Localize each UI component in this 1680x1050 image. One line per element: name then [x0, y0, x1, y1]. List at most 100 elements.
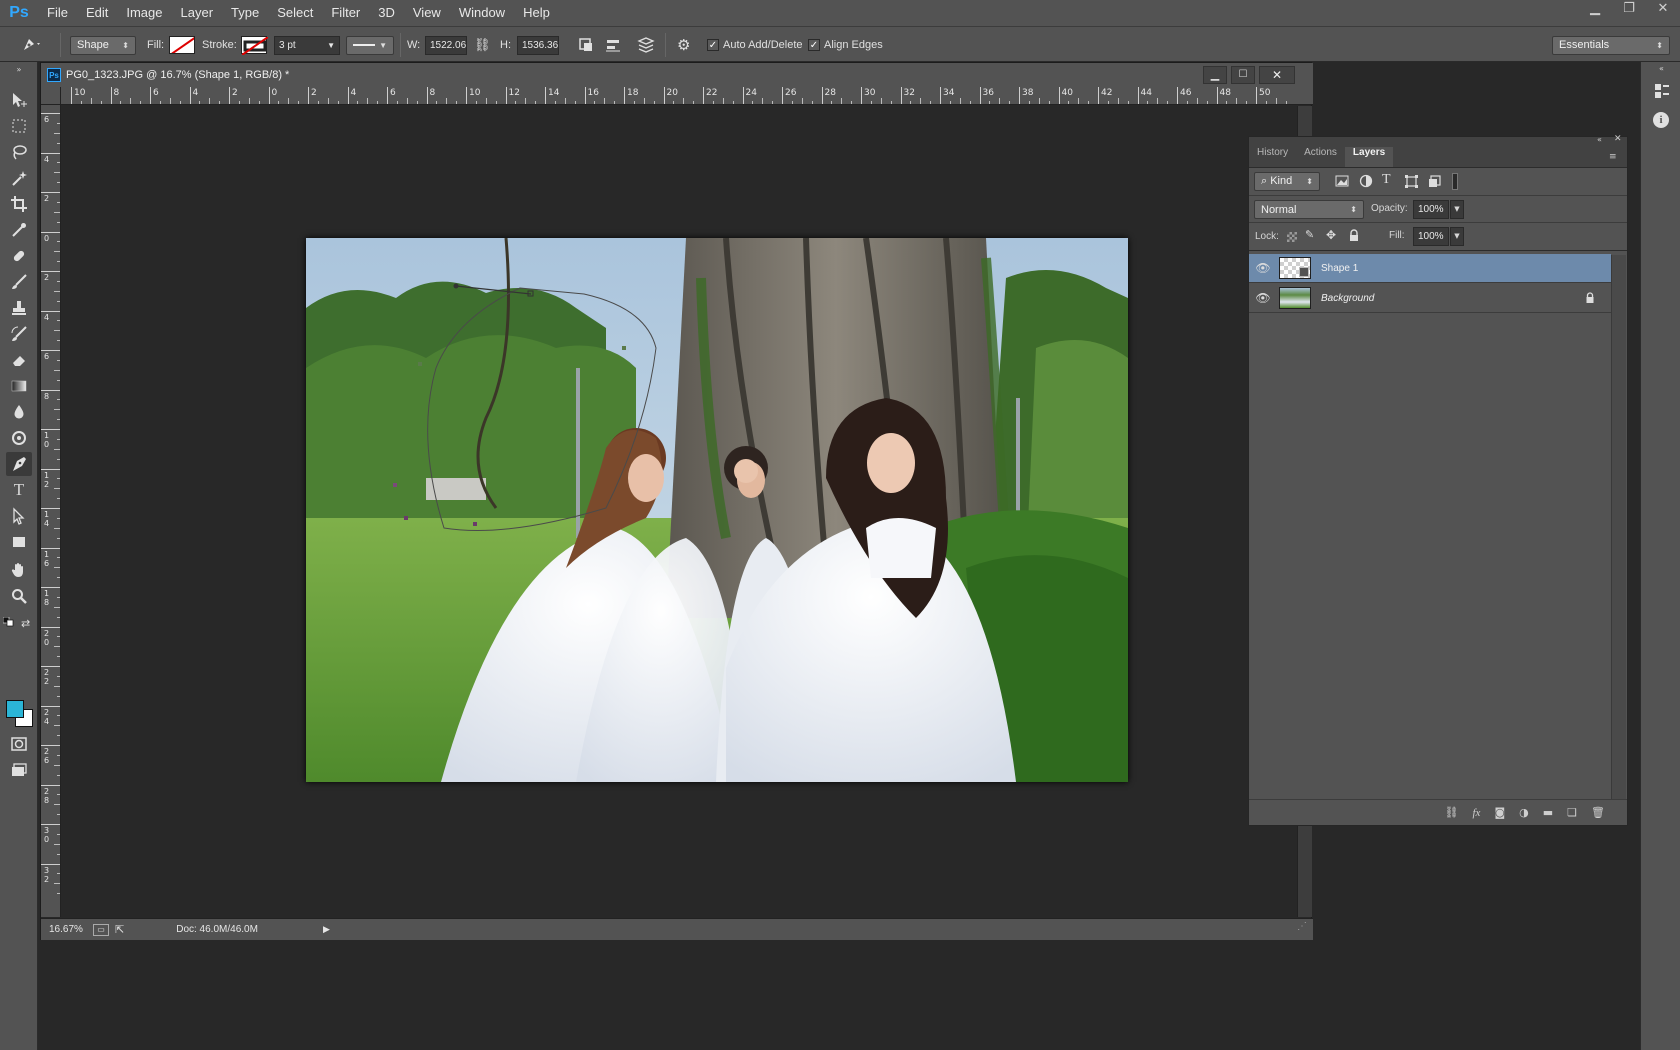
layer-row-shape-1[interactable]: 👁 Shape 1 [1249, 254, 1611, 283]
add-mask-icon[interactable]: ◙ [1494, 806, 1505, 819]
link-layers-icon[interactable]: ⛓ [1445, 806, 1459, 819]
fill-field[interactable]: 100% [1413, 227, 1449, 246]
menu-image[interactable]: Image [117, 0, 171, 26]
brush-tool-icon[interactable] [6, 270, 32, 294]
fill-swatch[interactable] [169, 36, 195, 54]
stroke-width-field[interactable]: 3 pt ▼ [274, 35, 340, 55]
document-tab[interactable]: Ps PG0_1323.JPG @ 16.7% (Shape 1, RGB/8)… [41, 63, 1313, 87]
lock-all-icon[interactable] [1348, 229, 1360, 245]
eraser-tool-icon[interactable] [6, 348, 32, 372]
lock-position-icon[interactable]: ✥ [1326, 228, 1336, 242]
menu-filter[interactable]: Filter [322, 0, 369, 26]
restore-button[interactable]: ❐ [1612, 0, 1646, 20]
workspace-dropdown[interactable]: Essentials ⬍ [1552, 35, 1670, 55]
swap-colors-icon[interactable]: ⇄ [21, 617, 30, 630]
collapse-toolbar-icon[interactable]: » [6, 64, 32, 74]
stroke-type-dropdown[interactable]: ▼ [346, 35, 394, 55]
link-icon[interactable]: ⛓ [474, 35, 491, 55]
layer-row-background[interactable]: 👁 Background [1249, 284, 1611, 313]
doc-minimize-button[interactable]: ▁ [1203, 66, 1227, 84]
hand-tool-icon[interactable] [6, 558, 32, 582]
tab-layers[interactable]: Layers [1344, 147, 1394, 167]
ruler-origin[interactable] [41, 87, 61, 105]
menu-edit[interactable]: Edit [77, 0, 117, 26]
pen-tool-icon[interactable] [6, 452, 32, 476]
rectangle-tool-icon[interactable] [6, 530, 32, 554]
crop-tool-icon[interactable] [6, 192, 32, 216]
pixel-filter-icon[interactable] [1335, 175, 1349, 190]
vertical-ruler[interactable]: 6 4 2 0 2 4 6 8 10 12 14 16 18 20 22 24 26 28 30 32 [41, 105, 61, 917]
path-arrangement-icon[interactable] [636, 35, 656, 55]
default-colors-icon[interactable] [2, 616, 15, 627]
shape-filter-icon[interactable] [1405, 175, 1418, 191]
type-filter-icon[interactable]: T [1382, 172, 1391, 188]
blur-tool-icon[interactable] [6, 400, 32, 424]
collapse-dock-icon[interactable]: « [1659, 64, 1664, 73]
menu-file[interactable]: File [38, 0, 77, 26]
type-tool-icon[interactable]: T [6, 478, 32, 502]
layers-scrollbar[interactable] [1611, 255, 1626, 799]
gradient-tool-icon[interactable] [6, 374, 32, 398]
properties-icon[interactable] [1653, 82, 1671, 103]
menu-3d[interactable]: 3D [369, 0, 404, 26]
clone-stamp-tool-icon[interactable] [6, 296, 32, 320]
width-field[interactable]: 1522.06 [425, 35, 467, 55]
delete-layer-icon[interactable]: 🗑 [1591, 806, 1605, 819]
info-icon[interactable]: i [1653, 112, 1669, 128]
document-image[interactable] [306, 238, 1128, 782]
doc-maximize-button[interactable]: ☐ [1231, 66, 1255, 84]
auto-add-delete-checkbox[interactable]: ✓ [707, 39, 719, 51]
tab-history[interactable]: History [1249, 147, 1296, 167]
tab-actions[interactable]: Actions [1296, 147, 1345, 167]
filter-toggle-switch[interactable] [1452, 173, 1458, 190]
lock-transparent-icon[interactable] [1287, 232, 1297, 242]
align-edges-checkbox[interactable]: ✓ [808, 39, 820, 51]
marquee-tool-icon[interactable] [6, 114, 32, 138]
visibility-eye-icon[interactable]: 👁 [1249, 261, 1277, 275]
path-operations-icon[interactable] [578, 35, 594, 55]
move-tool-icon[interactable] [6, 88, 32, 112]
close-button[interactable]: ✕ [1646, 0, 1680, 20]
canvas-area[interactable] [62, 106, 1297, 917]
tool-mode-dropdown[interactable]: Shape ⬍ [70, 35, 136, 55]
opacity-field[interactable]: 100% [1413, 200, 1449, 219]
close-panel-icon[interactable]: ✕ [1614, 134, 1622, 144]
resize-grip-icon[interactable]: ⋰ [1297, 921, 1307, 932]
panel-menu-icon[interactable]: ≡ [1609, 152, 1617, 162]
layer-name[interactable]: Background [1321, 293, 1374, 304]
blend-mode-dropdown[interactable]: Normal ⬍ [1254, 200, 1364, 219]
status-menu-arrow-icon[interactable]: ▶ [323, 924, 330, 935]
fill-slider-arrow-icon[interactable]: ▼ [1450, 227, 1464, 246]
adjustment-filter-icon[interactable] [1359, 174, 1373, 191]
height-field[interactable]: 1536.36 [517, 35, 559, 55]
doc-close-button[interactable]: ✕ [1259, 66, 1295, 84]
stroke-swatch[interactable] [241, 36, 269, 56]
minimize-button[interactable]: ▁ [1578, 0, 1612, 20]
quick-mask-icon[interactable] [6, 732, 32, 756]
path-alignment-icon[interactable] [605, 35, 621, 55]
menu-type[interactable]: Type [222, 0, 268, 26]
history-brush-tool-icon[interactable] [6, 322, 32, 346]
layer-name[interactable]: Shape 1 [1321, 263, 1358, 274]
eyedropper-tool-icon[interactable] [6, 218, 32, 242]
horizontal-ruler[interactable]: 10 8 6 4 2 0 2 4 6 8 10 12 14 16 18 20 22 24 26 28 30 32 34 36 3… [61, 87, 1313, 105]
healing-brush-tool-icon[interactable] [6, 244, 32, 268]
zoom-tool-icon[interactable] [6, 584, 32, 608]
opacity-slider-arrow-icon[interactable]: ▼ [1450, 200, 1464, 219]
lock-pixels-icon[interactable]: ✎ [1305, 228, 1314, 241]
zoom-level[interactable]: 16.67% [49, 924, 87, 935]
menu-help[interactable]: Help [514, 0, 559, 26]
status-icon[interactable]: ▭ [93, 923, 109, 936]
path-selection-tool-icon[interactable] [6, 504, 32, 528]
collapse-panel-icon[interactable]: « [1597, 135, 1602, 144]
magic-wand-tool-icon[interactable] [6, 166, 32, 190]
smart-object-filter-icon[interactable] [1428, 175, 1441, 191]
share-icon[interactable]: ⇱ [115, 923, 124, 936]
menu-window[interactable]: Window [450, 0, 514, 26]
layer-style-icon[interactable]: fx [1473, 807, 1481, 819]
new-layer-icon[interactable]: ❏ [1567, 806, 1577, 819]
gear-icon[interactable]: ⚙ [677, 35, 690, 55]
menu-view[interactable]: View [404, 0, 450, 26]
foreground-color-swatch[interactable] [6, 700, 24, 718]
visibility-eye-icon[interactable]: 👁 [1249, 291, 1277, 305]
